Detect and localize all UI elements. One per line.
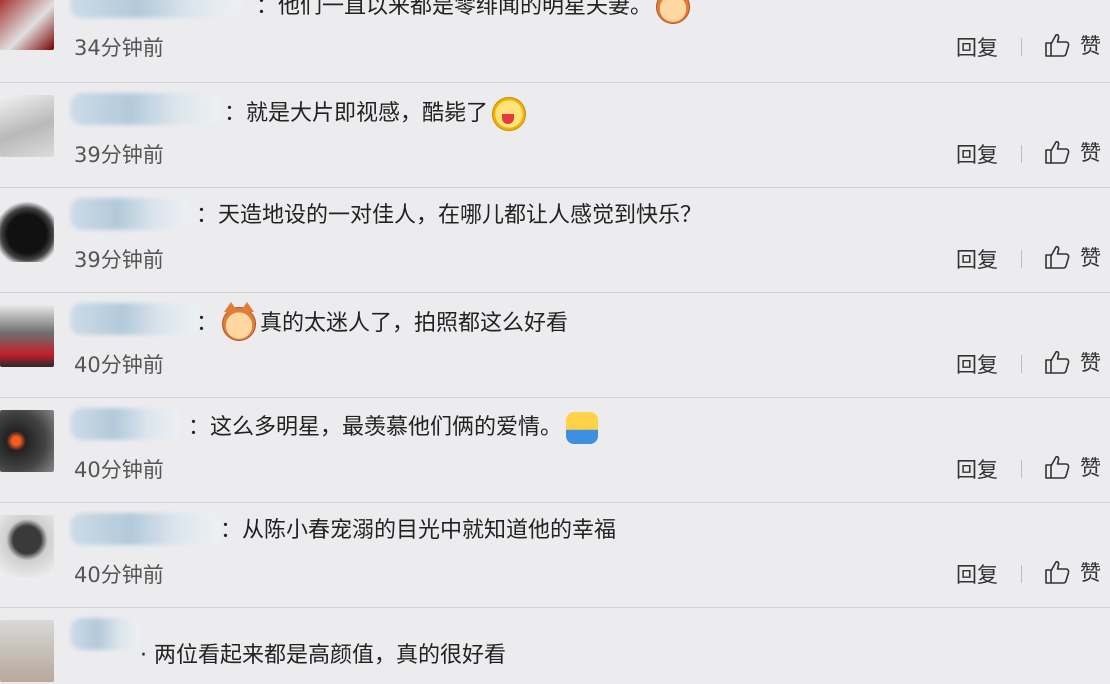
thumbs-up-icon	[1045, 33, 1070, 57]
action-divider	[1021, 145, 1022, 163]
person-icon	[566, 412, 599, 444]
thumbs-up-icon	[1045, 350, 1070, 374]
thumbs-up-icon	[1045, 245, 1070, 269]
comment-item: ：从陈小春宠溺的目光中就知道他的幸福 40分钟前 回复 赞	[0, 502, 1110, 606]
comment-item: · 两位看起来都是高颜值，真的很好看	[0, 607, 1110, 684]
comment-text: ：他们一直以来都是零绯闻的明星夫妻。	[256, 0, 694, 24]
like-button[interactable]: 赞	[1044, 137, 1101, 167]
avatar[interactable]	[0, 515, 54, 577]
thumbs-up-icon	[1045, 140, 1070, 164]
tongue-face-icon	[492, 97, 527, 131]
comment-text-content: ：就是大片即视感，酷毙了	[224, 101, 489, 126]
timestamp: 40分钟前	[74, 353, 164, 377]
like-button[interactable]: 赞	[1044, 347, 1101, 377]
like-label: 赞	[1080, 456, 1101, 480]
comment-text: · 两位看起来都是高颜值，真的很好看	[140, 642, 506, 670]
reply-button[interactable]: 回复	[956, 139, 998, 169]
timestamp: 39分钟前	[74, 248, 164, 272]
comment-feed: ：他们一直以来都是零绯闻的明星夫妻。 34分钟前 回复 赞 ：就是大片即视感，酷…	[0, 0, 1110, 684]
action-divider	[1021, 460, 1022, 478]
cat-face-icon	[656, 0, 691, 24]
thumbs-up-icon	[1045, 560, 1070, 584]
comment-text-prefix: ：	[196, 311, 219, 336]
comment-text-content: ：从陈小春宠溺的目光中就知道他的幸福	[220, 518, 617, 543]
action-divider	[1021, 38, 1022, 56]
comment-text-content: 真的太迷人了，拍照都这么好看	[260, 311, 569, 336]
comment-text-content: ：天造地设的一对佳人，在哪儿都让人感觉到快乐？	[196, 203, 703, 228]
avatar[interactable]	[0, 305, 54, 367]
username-blurred[interactable]	[70, 303, 200, 335]
comment-item: ：天造地设的一对佳人，在哪儿都让人感觉到快乐？ 39分钟前 回复 赞	[0, 187, 1110, 291]
comment-item: ：这么多明星，最羡慕他们俩的爱情。 40分钟前 回复 赞	[0, 397, 1110, 501]
cat-face-icon	[222, 302, 257, 341]
reply-button[interactable]: 回复	[956, 244, 998, 274]
reply-button[interactable]: 回复	[956, 349, 998, 379]
username-blurred[interactable]	[70, 0, 240, 18]
reply-button[interactable]: 回复	[956, 559, 998, 589]
username-blurred[interactable]	[70, 513, 220, 545]
like-button[interactable]: 赞	[1044, 242, 1101, 272]
action-divider	[1021, 565, 1022, 583]
like-label: 赞	[1080, 34, 1101, 58]
timestamp: 34分钟前	[74, 36, 164, 60]
avatar[interactable]	[0, 0, 54, 50]
like-button[interactable]: 赞	[1044, 30, 1101, 60]
username-blurred[interactable]	[70, 198, 190, 230]
action-divider	[1021, 355, 1022, 373]
thumbs-up-icon	[1045, 455, 1070, 479]
comment-item: ：他们一直以来都是零绯闻的明星夫妻。 34分钟前 回复 赞	[0, 0, 1110, 80]
comment-text: ： 真的太迷人了，拍照都这么好看	[196, 302, 569, 341]
timestamp: 39分钟前	[74, 143, 164, 167]
reply-button[interactable]: 回复	[956, 32, 998, 62]
like-label: 赞	[1080, 351, 1101, 375]
action-divider	[1021, 250, 1022, 268]
like-label: 赞	[1080, 141, 1101, 165]
comment-text-content: · 两位看起来都是高颜值，真的很好看	[140, 643, 506, 668]
timestamp: 40分钟前	[74, 458, 164, 482]
avatar[interactable]	[0, 95, 54, 157]
like-button[interactable]: 赞	[1044, 452, 1101, 482]
comment-item: ：就是大片即视感，酷毙了 39分钟前 回复 赞	[0, 82, 1110, 186]
comment-text-content: ：这么多明星，最羡慕他们俩的爱情。	[188, 415, 563, 440]
like-button[interactable]: 赞	[1044, 557, 1101, 587]
comment-text: ：天造地设的一对佳人，在哪儿都让人感觉到快乐？	[196, 202, 702, 230]
like-label: 赞	[1080, 246, 1101, 270]
avatar[interactable]	[0, 200, 54, 262]
avatar[interactable]	[0, 620, 54, 682]
comment-text: ：就是大片即视感，酷毙了	[224, 97, 530, 131]
comment-text: ：这么多明星，最羡慕他们俩的爱情。	[188, 412, 602, 444]
username-blurred[interactable]	[70, 408, 180, 440]
comment-item: ： 真的太迷人了，拍照都这么好看 40分钟前 回复 赞	[0, 292, 1110, 396]
avatar[interactable]	[0, 410, 54, 472]
comment-text-content: ：他们一直以来都是零绯闻的明星夫妻。	[256, 0, 653, 19]
timestamp: 40分钟前	[74, 563, 164, 587]
like-label: 赞	[1080, 561, 1101, 585]
username-blurred[interactable]	[70, 618, 140, 650]
reply-button[interactable]: 回复	[956, 454, 998, 484]
comment-text: ：从陈小春宠溺的目光中就知道他的幸福	[220, 517, 616, 545]
username-blurred[interactable]	[70, 93, 220, 125]
